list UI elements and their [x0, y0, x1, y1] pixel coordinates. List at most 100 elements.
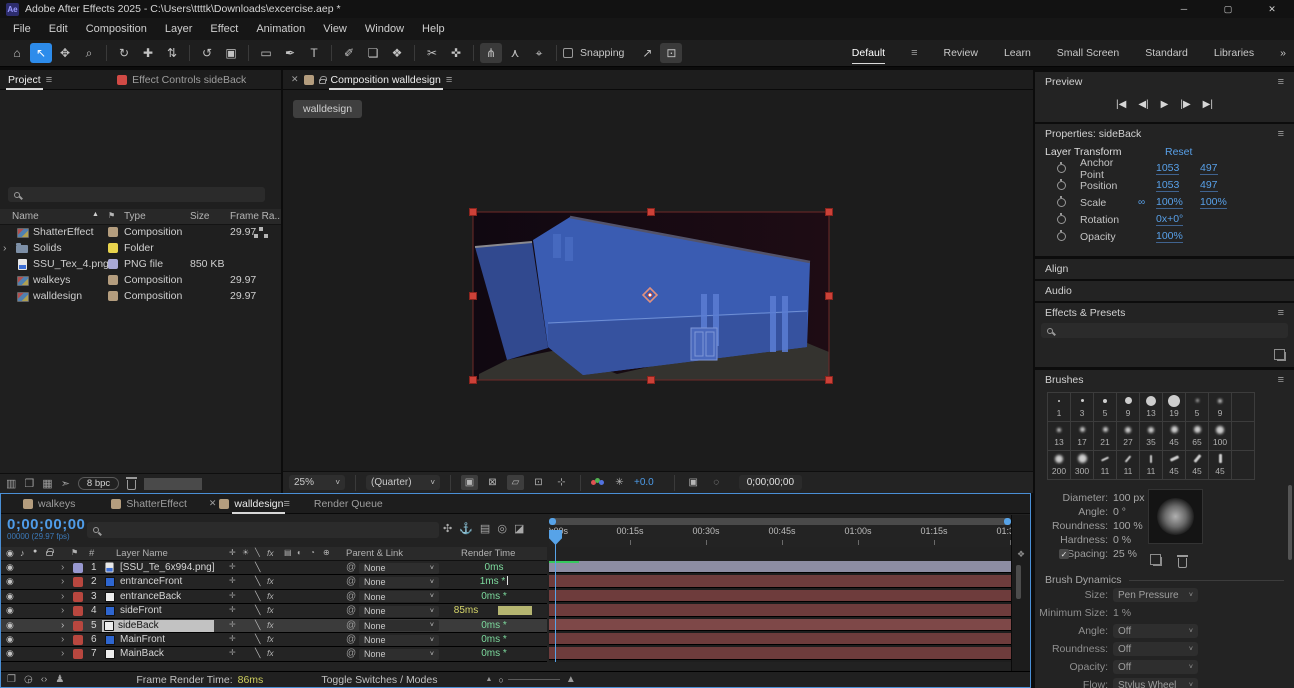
layer-label-swatch[interactable] — [73, 606, 83, 616]
puppet-pin-tool-icon[interactable]: ✜ — [445, 43, 467, 63]
comp-marker-icon[interactable]: ❖ — [1017, 549, 1025, 560]
toggle-switches-modes-button[interactable]: Toggle Switches / Modes — [321, 674, 437, 686]
audio-title[interactable]: Audio — [1045, 285, 1072, 297]
maximize-button[interactable]: ▢ — [1206, 0, 1250, 18]
layer-label-swatch[interactable] — [73, 635, 83, 645]
delete-brush-icon[interactable] — [1178, 558, 1187, 568]
scale-x-value[interactable]: 100% — [1156, 196, 1183, 209]
stopwatch-icon[interactable] — [1057, 198, 1066, 207]
tab-project[interactable]: Project — [8, 74, 41, 86]
parent-dropdown[interactable]: None˅ — [359, 563, 439, 574]
label-column-icon[interactable]: ⚑ — [108, 211, 115, 220]
shy-column-icon[interactable]: ☀ — [242, 548, 249, 557]
layer-name-edit-field[interactable]: sideBack — [102, 620, 214, 632]
size-dynamics-dropdown[interactable]: Pen Pressure˅ — [1113, 588, 1198, 602]
menu-layer[interactable]: Layer — [156, 23, 202, 35]
workspace-overflow-icon[interactable]: » — [1280, 47, 1286, 59]
label-swatch[interactable] — [108, 291, 118, 301]
twirl-chevron-icon[interactable]: › — [61, 605, 64, 616]
resolution-dropdown[interactable]: (Quarter) ˅ — [366, 475, 440, 490]
project-row-shattereffect[interactable]: ShatterEffect Composition 29.97 — [0, 225, 281, 241]
opacity-dynamics-dropdown[interactable]: Off˅ — [1113, 660, 1198, 674]
position-y-value[interactable]: 497 — [1200, 179, 1218, 192]
pan-tool-icon[interactable]: ✚ — [137, 43, 159, 63]
new-folder-icon[interactable]: ❐ — [24, 477, 34, 490]
tab-shattereffect[interactable]: ShatterEffect — [126, 498, 187, 510]
layer-duration-bar[interactable] — [549, 647, 1011, 659]
twirl-chevron-icon[interactable]: › — [61, 620, 64, 631]
selection-tool-icon[interactable]: ↖ — [30, 43, 52, 63]
diameter-value[interactable]: 100 px — [1113, 492, 1145, 504]
preview-panel-menu-icon[interactable]: ≡ — [1278, 76, 1284, 88]
brush-preset[interactable]: 11 — [1140, 451, 1163, 480]
new-animation-preset-icon[interactable] — [1277, 352, 1286, 361]
layer-row-6[interactable]: ◉ › 6 MainFront ✛ ╲ fx @ None˅ 0ms * — [1, 633, 547, 647]
quality-switch-icon[interactable]: ╲ — [255, 605, 260, 616]
spacing-checkbox[interactable]: ✓ — [1059, 549, 1069, 559]
brush-preset[interactable]: 11 — [1117, 451, 1140, 480]
column-type[interactable]: Type — [124, 211, 146, 222]
layer-row-1[interactable]: ◉ › 1 [SSU_Te_6x994.png] ✛ ╲ @ None˅ 0ms — [1, 561, 547, 575]
brush-preset[interactable]: 3 — [1071, 393, 1094, 422]
brush-preset[interactable]: 9 — [1209, 393, 1232, 422]
twirl-chevron-icon[interactable]: › — [61, 591, 64, 602]
label-swatch[interactable] — [108, 275, 118, 285]
layer-row-2[interactable]: ◉ › 2 entranceFront ✛ ╲ fx @ None˅ 1ms * — [1, 575, 547, 589]
bit-depth-button[interactable]: 8 bpc — [78, 477, 119, 490]
parent-link-column-header[interactable]: Parent & Link — [346, 548, 403, 559]
brush-preset[interactable]: 19 — [1163, 393, 1186, 422]
parent-dropdown[interactable]: None˅ — [359, 620, 439, 631]
snap-line-icon[interactable]: ↗ — [636, 43, 658, 63]
show-snapshot-icon[interactable]: ◌ — [708, 475, 725, 490]
brush-preset[interactable]: 5 — [1186, 393, 1209, 422]
footage-icon[interactable]: ▥ — [6, 477, 16, 490]
eye-icon[interactable]: ◉ — [6, 620, 14, 631]
project-row-solids[interactable]: › Solids Folder — [0, 241, 281, 257]
collapse-switch-icon[interactable]: ✛ — [229, 620, 236, 629]
video-column-icon[interactable]: ◉ — [6, 548, 14, 559]
new-composition-icon[interactable]: ▦ — [42, 477, 52, 490]
graph-editor-icon[interactable]: ◪ — [514, 522, 524, 535]
layer-name[interactable]: MainFront — [120, 634, 165, 645]
label-swatch[interactable] — [108, 227, 118, 237]
tab-walkeys[interactable]: walkeys — [38, 498, 75, 510]
exposure-value[interactable]: +0.0 — [634, 477, 654, 488]
roto-brush-tool-icon[interactable]: ✂ — [421, 43, 443, 63]
adjustment-column-icon[interactable]: ◔ — [310, 548, 315, 557]
eye-icon[interactable]: ◉ — [6, 591, 14, 602]
brush-preset[interactable]: 9 — [1117, 393, 1140, 422]
layer-duration-bar[interactable] — [549, 604, 1011, 616]
timeline-zoom-track[interactable] — [508, 679, 560, 680]
fx-switch-icon[interactable]: fx — [267, 576, 274, 586]
composition-mini-flowchart-icon[interactable]: ✣ — [443, 522, 452, 535]
tab-walldesign[interactable]: walldesign — [234, 498, 283, 510]
lock-column-icon[interactable] — [46, 551, 53, 556]
pickwhip-icon[interactable]: @ — [346, 591, 356, 602]
fx-switch-icon[interactable]: fx — [267, 591, 274, 601]
pickwhip-icon[interactable]: @ — [346, 576, 356, 587]
type-tool-icon[interactable]: T — [303, 43, 325, 63]
label-swatch[interactable] — [108, 259, 118, 269]
brush-preset[interactable]: 45 — [1186, 451, 1209, 480]
composition-breadcrumb[interactable]: walldesign — [293, 100, 362, 118]
brush-preset[interactable]: 45 — [1163, 451, 1186, 480]
time-ruler[interactable]: 0:00s 00:15s 00:30s 00:45s 01:00s 01:15s… — [549, 515, 1011, 547]
camera-orbit-icon[interactable]: ⋔ — [480, 43, 502, 63]
last-frame-button[interactable]: ▶| — [1203, 99, 1213, 110]
layer-row-7[interactable]: ◉ › 7 MainBack ✛ ╲ fx @ None˅ 0ms * — [1, 647, 547, 661]
index-column-header[interactable]: # — [89, 548, 94, 559]
collapse-switch-icon[interactable]: ✛ — [229, 605, 236, 614]
next-frame-button[interactable]: |▶ — [1180, 99, 1190, 110]
brush-preset[interactable]: 27 — [1117, 422, 1140, 451]
layer-label-swatch[interactable] — [73, 563, 83, 573]
parent-dropdown[interactable]: None˅ — [359, 606, 439, 617]
snapping-checkbox[interactable] — [563, 48, 573, 58]
opacity-value[interactable]: 100% — [1156, 230, 1183, 243]
brush-preset[interactable]: 13 — [1048, 422, 1071, 451]
orbit-tool-icon[interactable]: ↻ — [113, 43, 135, 63]
work-area-start-handle[interactable] — [549, 518, 556, 525]
pan-behind-tool-icon[interactable]: ▣ — [220, 43, 242, 63]
angle-value[interactable]: 0 ° — [1113, 506, 1126, 518]
workspace-review[interactable]: Review — [944, 43, 978, 63]
anchor-x-value[interactable]: 1053 — [1156, 162, 1179, 175]
